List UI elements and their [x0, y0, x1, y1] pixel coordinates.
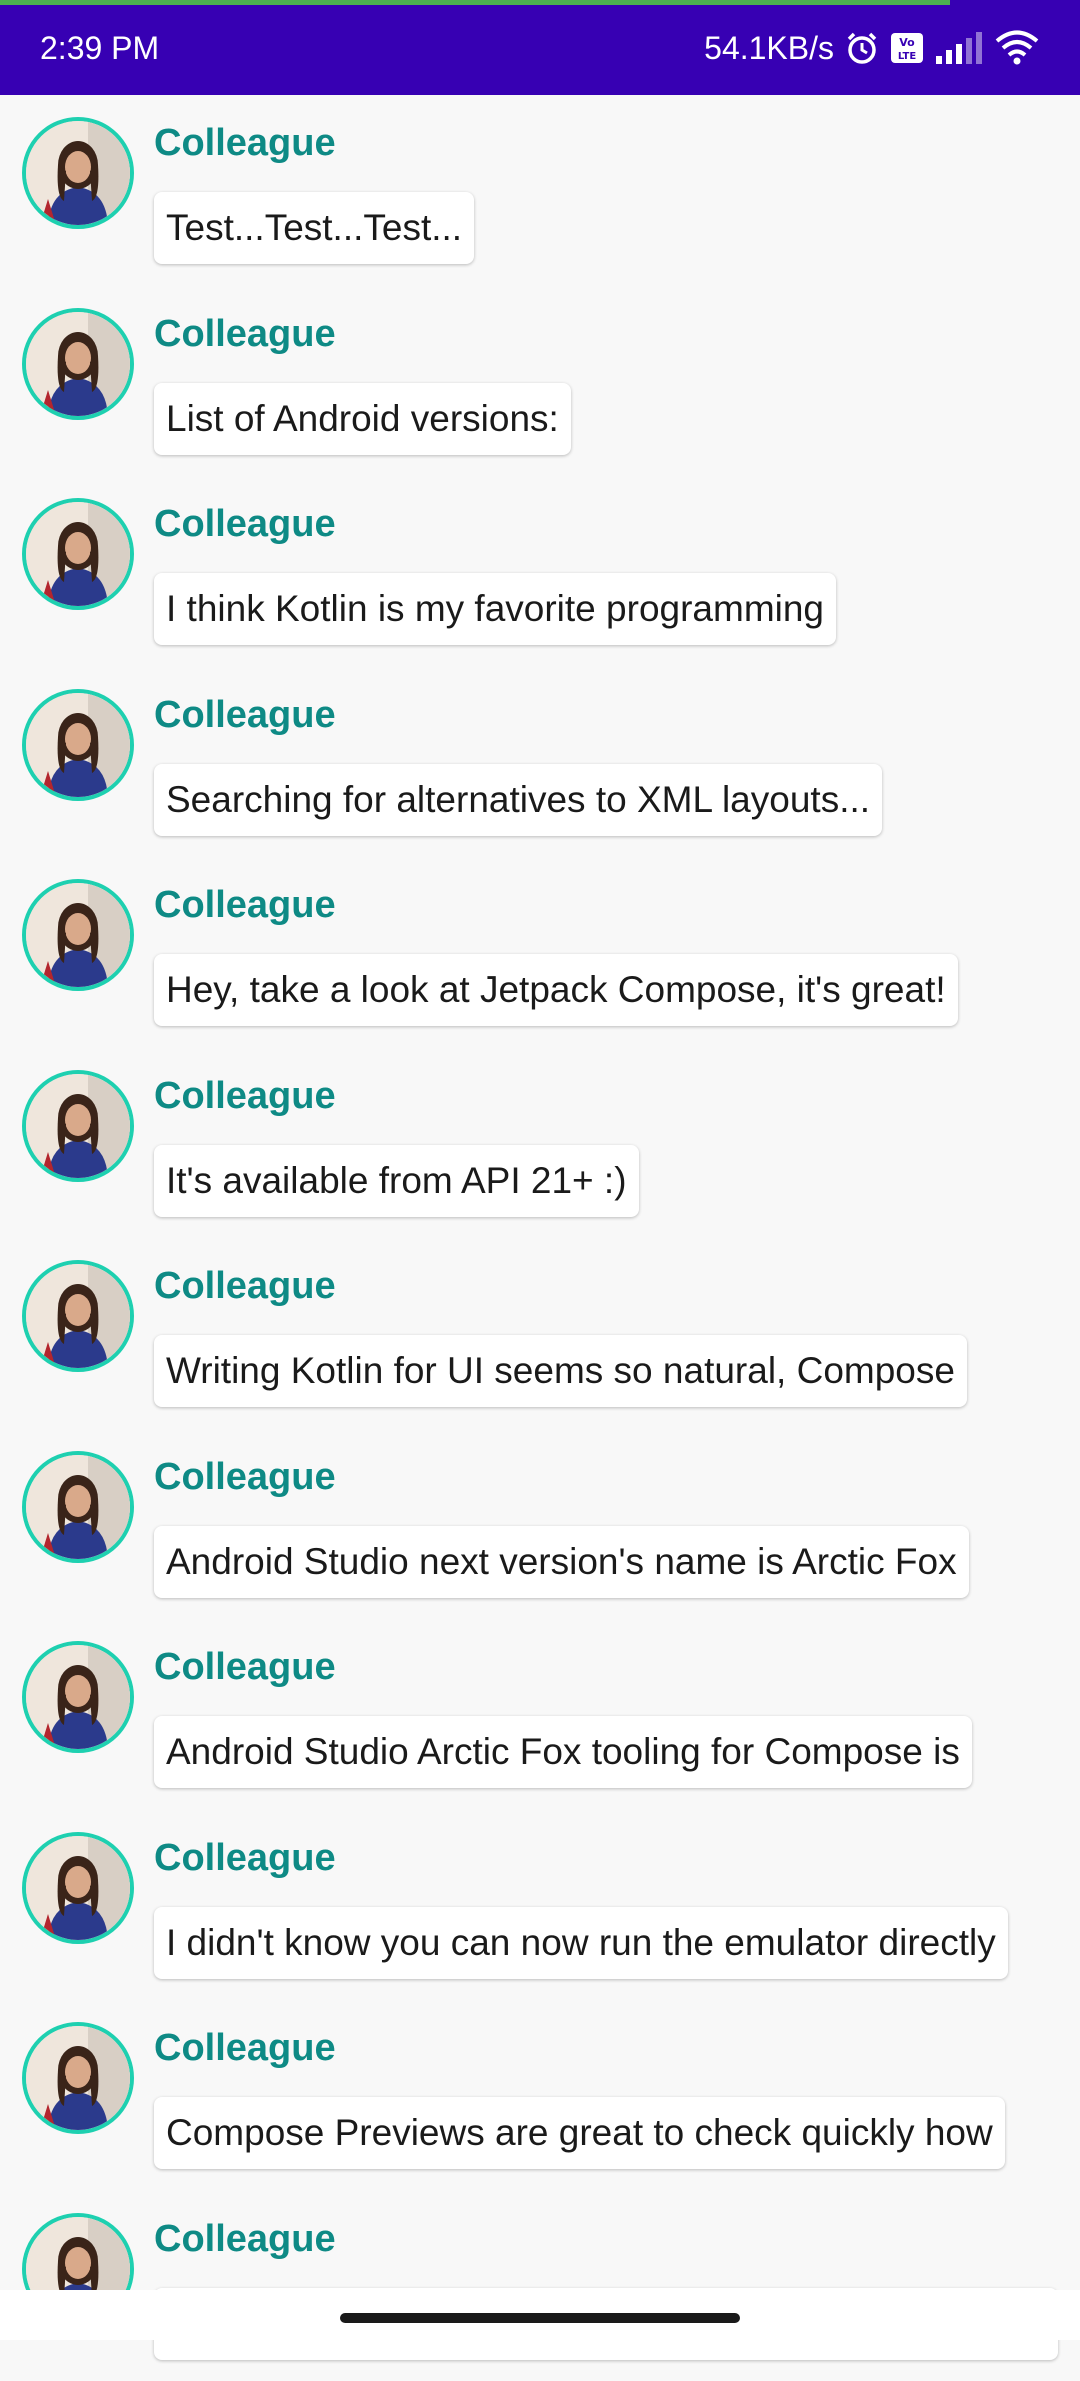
avatar[interactable]	[22, 689, 134, 801]
avatar[interactable]	[22, 1641, 134, 1753]
message-item[interactable]: Colleague Hey, take a look at Jetpack Co…	[0, 857, 1080, 1048]
author-name: Colleague	[154, 2215, 336, 2263]
avatar[interactable]	[22, 1451, 134, 1563]
message-item[interactable]: Colleague Searching for alternatives to …	[0, 667, 1080, 858]
message-item[interactable]: Colleague Android Studio Arctic Fox tool…	[0, 1619, 1080, 1810]
gesture-nav-handle[interactable]	[340, 2313, 740, 2323]
status-icons: 54.1KB/s Vo LTE	[704, 26, 1040, 70]
alarm-icon	[844, 30, 880, 66]
message-bubble[interactable]: Android Studio Arctic Fox tooling for Co…	[154, 1716, 972, 1788]
message-bubble[interactable]: Android Studio next version's name is Ar…	[154, 1526, 969, 1598]
message-bubble[interactable]: List of Android versions:	[154, 383, 571, 455]
author-name: Colleague	[154, 2024, 336, 2072]
author-name: Colleague	[154, 310, 336, 358]
network-speed: 54.1KB/s	[704, 30, 834, 67]
author-name: Colleague	[154, 881, 336, 929]
message-item[interactable]: Colleague Compose Previews are great to …	[0, 2000, 1080, 2191]
avatar[interactable]	[22, 117, 134, 229]
message-item[interactable]: Colleague I think Kotlin is my favorite …	[0, 476, 1080, 667]
author-name: Colleague	[154, 1453, 336, 1501]
message-bubble[interactable]: Searching for alternatives to XML layout…	[154, 764, 882, 836]
author-name: Colleague	[154, 119, 336, 167]
message-item[interactable]: Colleague Writing Kotlin for UI seems so…	[0, 1238, 1080, 1429]
volte-icon: Vo LTE	[890, 31, 924, 65]
status-time: 2:39 PM	[40, 28, 159, 68]
author-name: Colleague	[154, 500, 336, 548]
message-bubble[interactable]: I think Kotlin is my favorite programmin…	[154, 573, 836, 645]
avatar[interactable]	[22, 2022, 134, 2134]
message-item[interactable]: Colleague It's available from API 21+ :)	[0, 1048, 1080, 1239]
message-bubble[interactable]: Hey, take a look at Jetpack Compose, it'…	[154, 954, 958, 1026]
avatar[interactable]	[22, 1260, 134, 1372]
message-item[interactable]: Colleague I didn't know you can now run …	[0, 1810, 1080, 2001]
message-bubble[interactable]: It's available from API 21+ :)	[154, 1145, 639, 1217]
avatar[interactable]	[22, 879, 134, 991]
signal-icon	[934, 30, 984, 66]
message-item[interactable]: Colleague List of Android versions:	[0, 286, 1080, 477]
message-list[interactable]: Colleague Test...Test...Test... Colleagu…	[0, 95, 1080, 2381]
message-bubble[interactable]: I didn't know you can now run the emulat…	[154, 1907, 1008, 1979]
avatar[interactable]	[22, 1070, 134, 1182]
author-name: Colleague	[154, 1072, 336, 1120]
author-name: Colleague	[154, 1643, 336, 1691]
wifi-icon	[994, 30, 1040, 66]
avatar[interactable]	[22, 498, 134, 610]
message-bubble[interactable]: Test...Test...Test...	[154, 192, 474, 264]
loading-progress-line	[0, 0, 950, 5]
svg-text:Vo: Vo	[899, 36, 915, 49]
author-name: Colleague	[154, 691, 336, 739]
message-item[interactable]: Colleague	[0, 2191, 1080, 2381]
message-item[interactable]: Colleague Android Studio next version's …	[0, 1429, 1080, 1620]
svg-text:LTE: LTE	[898, 51, 917, 62]
author-name: Colleague	[154, 1262, 336, 1310]
status-bar: 2:39 PM 54.1KB/s Vo LTE	[0, 0, 1080, 95]
message-bubble[interactable]: Writing Kotlin for UI seems so natural, …	[154, 1335, 967, 1407]
message-item[interactable]: Colleague Test...Test...Test...	[0, 95, 1080, 286]
message-bubble[interactable]: Compose Previews are great to check quic…	[154, 2097, 1005, 2169]
avatar[interactable]	[22, 1832, 134, 1944]
avatar[interactable]	[22, 308, 134, 420]
author-name: Colleague	[154, 1834, 336, 1882]
